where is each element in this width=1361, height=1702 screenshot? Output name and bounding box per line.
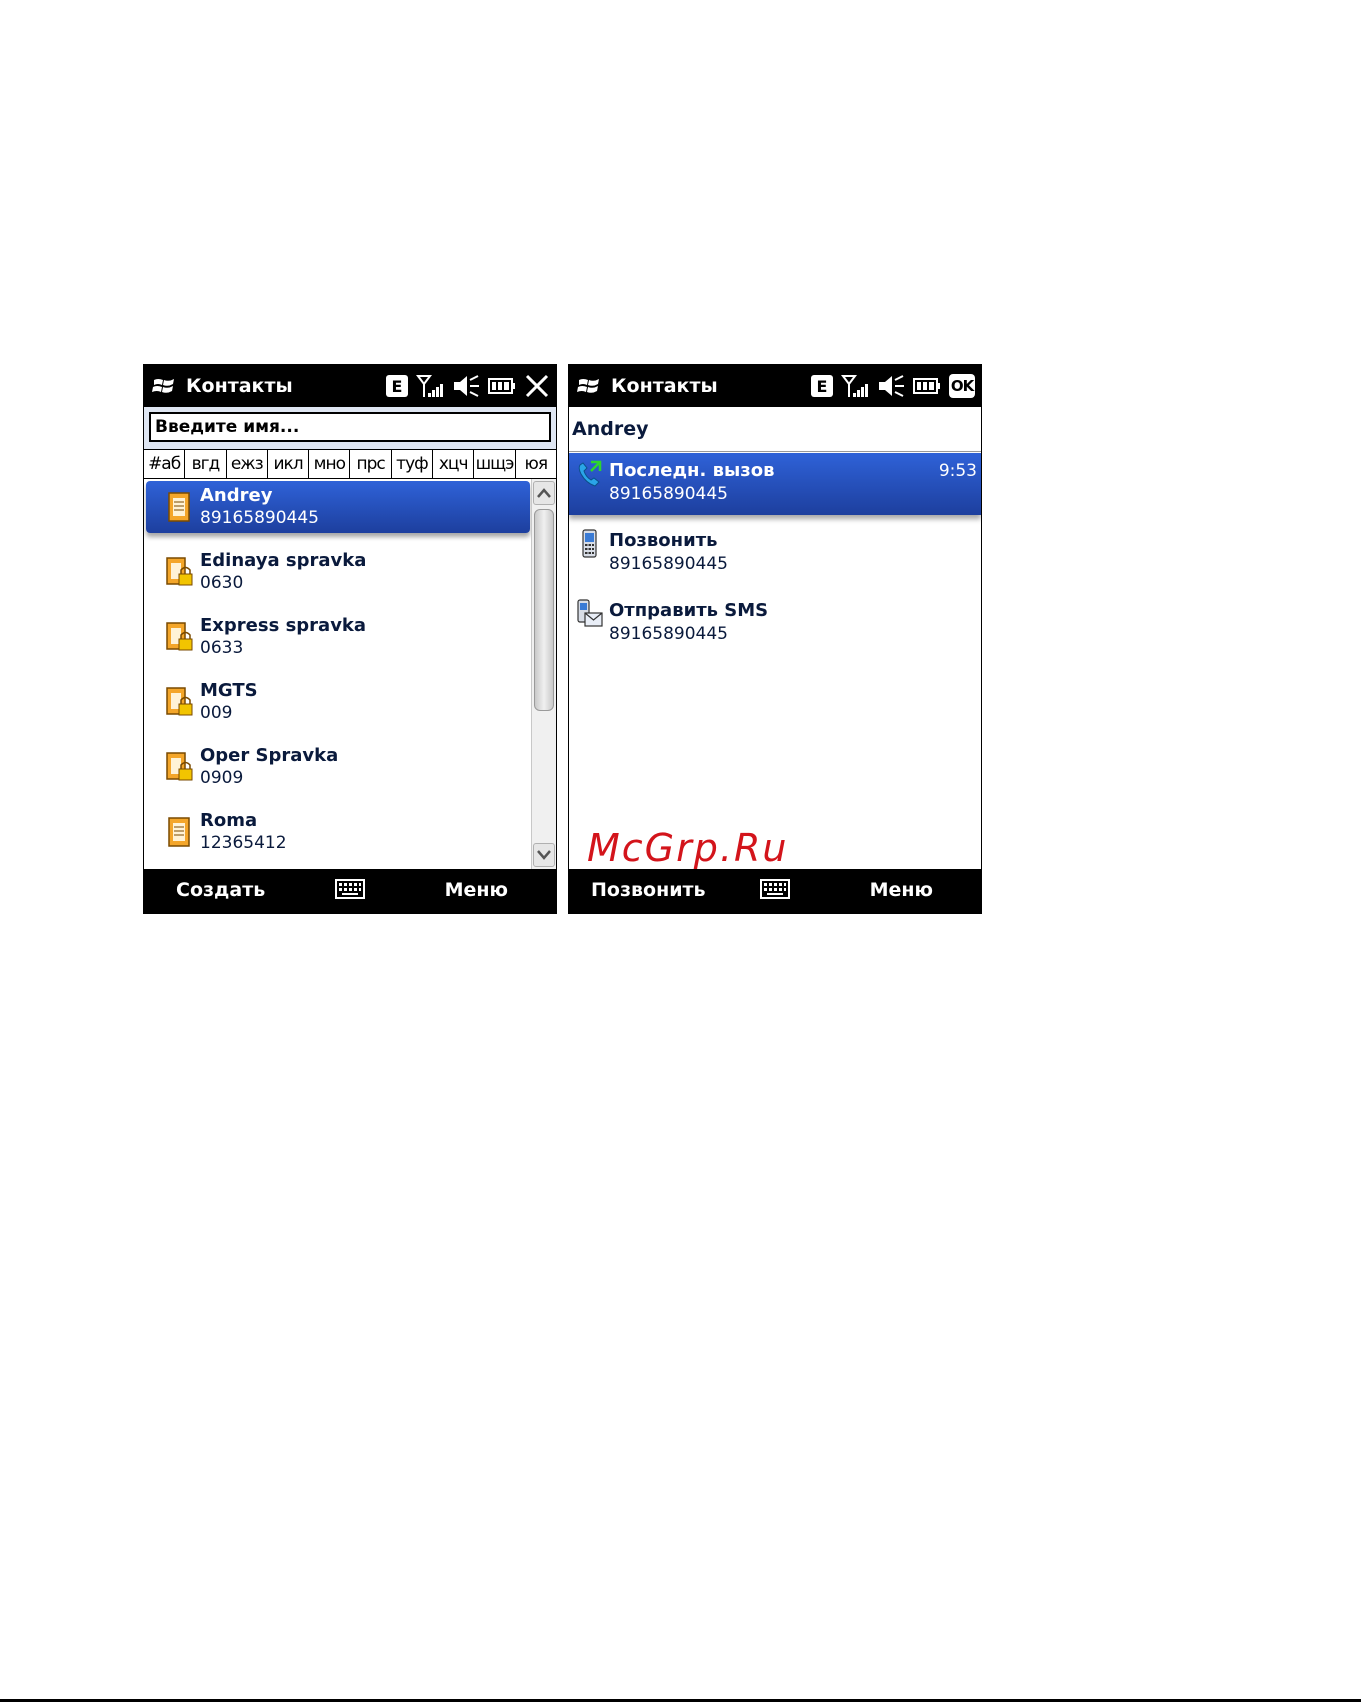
- contact-item-mgts[interactable]: MGTS 009: [144, 674, 532, 730]
- action-label: Последн. вызов: [609, 460, 775, 481]
- contact-name: Roma: [200, 810, 258, 831]
- contact-card-icon: [168, 492, 190, 522]
- letter-group[interactable]: ежз: [227, 450, 268, 478]
- scroll-up-button[interactable]: [533, 481, 555, 505]
- send-sms-item[interactable]: Отправить SMS 89165890445: [569, 593, 981, 655]
- contact-item-express-spravka[interactable]: Express spravka 0633: [144, 609, 532, 665]
- contact-card-locked-icon: [166, 557, 193, 586]
- close-icon[interactable]: [524, 373, 550, 399]
- action-number: 89165890445: [609, 554, 728, 574]
- letter-group[interactable]: мно: [309, 450, 351, 478]
- letter-group[interactable]: прс: [350, 450, 392, 478]
- letter-group[interactable]: хцч: [433, 450, 475, 478]
- action-label: Позвонить: [609, 530, 718, 551]
- keyboard-icon[interactable]: [334, 877, 366, 901]
- contact-item-edinaya-spravka[interactable]: Edinaya spravka 0630: [144, 544, 532, 600]
- letter-group[interactable]: икл: [268, 450, 310, 478]
- letter-group[interactable]: вгд: [185, 450, 227, 478]
- scroll-thumb[interactable]: [534, 509, 554, 711]
- app-title: Контакты: [186, 375, 293, 397]
- title-bar: Контакты E: [569, 365, 981, 407]
- title-bar: Контакты E: [144, 365, 556, 407]
- contact-item-oper-spravka[interactable]: Oper Spravka 0909: [144, 739, 532, 795]
- contact-name: Andrey: [200, 485, 273, 506]
- speaker-muted-icon: [879, 375, 904, 397]
- contact-card-locked-icon: [166, 687, 193, 716]
- contact-name: Oper Spravka: [200, 745, 339, 766]
- contact-item-andrey[interactable]: Andrey 89165890445: [146, 481, 530, 533]
- letter-group-bar: #аб вгд ежз икл мно прс туф хцч шщэ юя: [144, 449, 556, 479]
- contact-card-locked-icon: [166, 752, 193, 781]
- sms-message-icon: [577, 599, 603, 627]
- menu-softkey[interactable]: Меню: [870, 879, 933, 901]
- status-area[interactable]: E: [386, 365, 550, 407]
- network-edge-badge: E: [386, 375, 408, 397]
- contact-name: MGTS: [200, 680, 258, 701]
- call-softkey[interactable]: Позвонить: [591, 879, 706, 901]
- contact-card-icon: [168, 817, 190, 847]
- contact-card-locked-icon: [166, 622, 193, 651]
- phone-call-icon: [578, 460, 602, 487]
- menu-softkey[interactable]: Меню: [445, 879, 508, 901]
- windows-logo-icon[interactable]: [577, 375, 603, 397]
- keyboard-icon[interactable]: [759, 877, 791, 901]
- scroll-down-button[interactable]: [533, 843, 555, 867]
- contact-item-roma[interactable]: Roma 12365412: [144, 804, 532, 860]
- watermark: McGrp.Ru: [587, 826, 789, 870]
- call-time: 9:53: [938, 461, 977, 481]
- contact-number: 0630: [200, 573, 244, 593]
- action-number: 89165890445: [609, 624, 728, 644]
- contact-name: Edinaya spravka: [200, 550, 367, 571]
- contact-number: 12365412: [200, 833, 287, 853]
- call-item[interactable]: Позвонить 89165890445: [569, 523, 981, 585]
- speaker-muted-icon: [454, 375, 479, 397]
- letter-group[interactable]: #аб: [144, 450, 186, 478]
- ok-button[interactable]: OK: [949, 374, 975, 398]
- contacts-list-screen: Контакты E Введите имя... #аб вгд ежз ик…: [143, 364, 557, 914]
- contact-name: Express spravka: [200, 615, 367, 636]
- contact-list: Andrey 89165890445 Edinaya spravka 0630: [144, 479, 532, 869]
- contact-name: Andrey: [572, 418, 649, 440]
- chevron-up-icon: [537, 488, 551, 498]
- contact-number: 0909: [200, 768, 244, 788]
- search-input[interactable]: [149, 412, 551, 442]
- network-edge-badge: E: [811, 375, 833, 397]
- signal-icon: [416, 375, 443, 397]
- letter-group[interactable]: шщэ: [474, 450, 516, 478]
- softkey-bar: Позвонить Меню: [569, 869, 981, 913]
- windows-logo-icon[interactable]: [152, 375, 178, 397]
- chevron-down-icon: [537, 850, 551, 860]
- contact-number: 89165890445: [200, 508, 319, 528]
- app-title: Контакты: [611, 375, 718, 397]
- search-row: [144, 407, 556, 449]
- softkey-bar: Создать Меню: [144, 869, 556, 913]
- action-label: Отправить SMS: [609, 600, 769, 621]
- contact-name-header: Andrey: [569, 407, 981, 452]
- contact-number: 009: [200, 703, 233, 723]
- status-area[interactable]: E OK: [811, 365, 975, 407]
- letter-group[interactable]: юя: [516, 450, 556, 478]
- signal-icon: [841, 375, 868, 397]
- battery-icon: [488, 378, 515, 394]
- battery-icon: [913, 378, 940, 394]
- letter-group[interactable]: туф: [392, 450, 434, 478]
- action-number: 89165890445: [609, 484, 728, 504]
- mobile-phone-icon: [582, 529, 597, 558]
- contact-number: 0633: [200, 638, 244, 658]
- vertical-scrollbar[interactable]: [531, 479, 556, 869]
- last-call-item[interactable]: Последн. вызов 89165890445 9:53: [569, 453, 981, 515]
- create-softkey[interactable]: Создать: [176, 879, 265, 901]
